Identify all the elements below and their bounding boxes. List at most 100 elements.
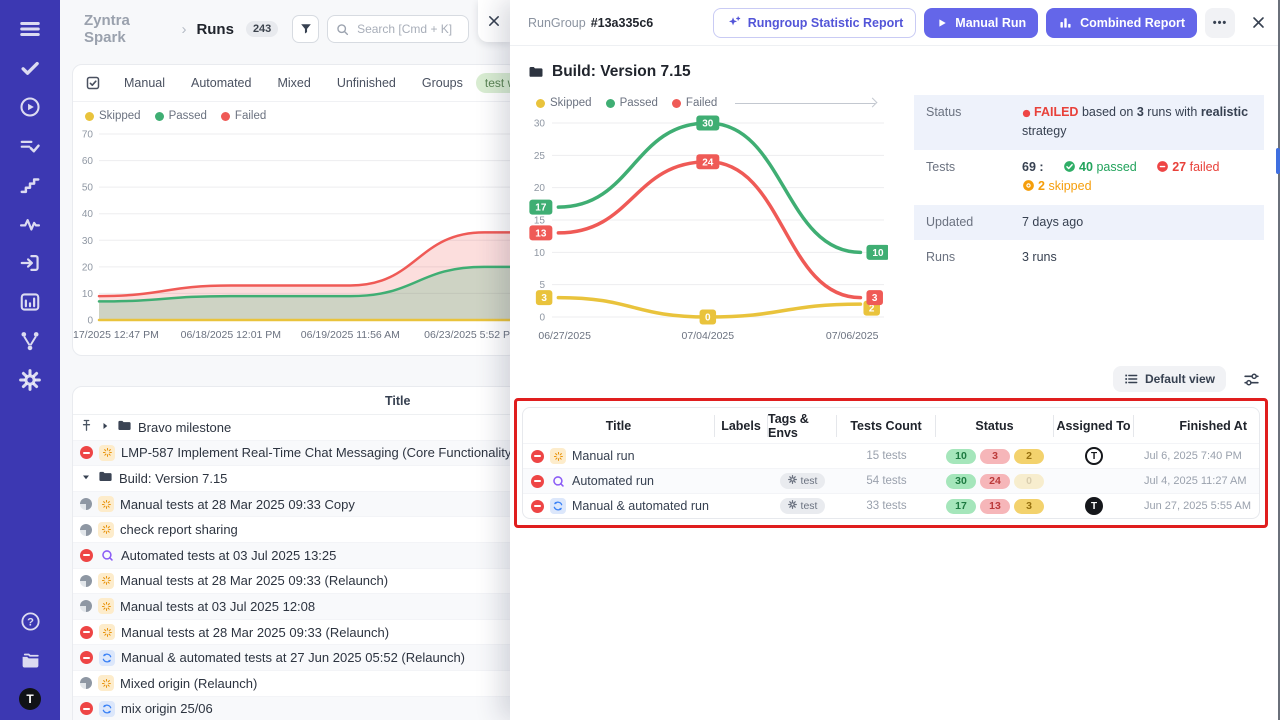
group-line-chart: 0510152025303021324317301006/27/202507/0… bbox=[524, 109, 896, 354]
user-avatar[interactable]: T bbox=[19, 688, 41, 710]
list-item-manual-tests-at-28-mar-2025-09-33-relaunch[interactable]: Manual tests at 28 Mar 2025 09:33 (Relau… bbox=[73, 569, 510, 595]
bar-chart-icon[interactable] bbox=[13, 285, 47, 319]
list-item-mixed-origin-relaunch[interactable]: Mixed origin (Relaunch) bbox=[73, 671, 510, 697]
button-label: Manual Run bbox=[955, 16, 1026, 30]
list-item-title: Manual tests at 28 Mar 2025 09:33 (Relau… bbox=[121, 625, 389, 640]
legend-passed: Passed bbox=[155, 110, 207, 122]
check-icon[interactable] bbox=[13, 51, 47, 85]
drawer-close-button[interactable] bbox=[1251, 15, 1266, 30]
svg-text:06/23/2025 5:52 P: 06/23/2025 5:52 P bbox=[424, 329, 510, 341]
list-check-icon[interactable] bbox=[13, 129, 47, 163]
chevron-down-icon[interactable] bbox=[80, 471, 92, 486]
detail-label: Runs bbox=[926, 248, 1022, 267]
search-box[interactable] bbox=[327, 15, 469, 43]
chevron-right-icon[interactable] bbox=[99, 420, 111, 435]
panel-close-button[interactable] bbox=[478, 0, 510, 42]
column-header-tags-envs[interactable]: Tags & Envs bbox=[768, 415, 837, 437]
column-header-assigned-to[interactable]: Assigned To bbox=[1054, 415, 1134, 437]
manual-run-icon bbox=[98, 496, 114, 512]
folders-icon[interactable] bbox=[13, 643, 47, 677]
steps-icon[interactable] bbox=[13, 168, 47, 202]
table-row-automated-run[interactable]: Automated runtest54 tests30240Jul 4, 202… bbox=[523, 468, 1259, 493]
pulse-icon[interactable] bbox=[13, 207, 47, 241]
search-input[interactable] bbox=[355, 21, 460, 37]
legend-label: Skipped bbox=[550, 97, 592, 109]
filter-chip-test-work[interactable]: test work bbox=[476, 73, 510, 93]
tab-unfinished[interactable]: Unfinished bbox=[324, 70, 409, 96]
folder-icon bbox=[98, 469, 113, 487]
list-item-check-report-sharing[interactable]: check report sharing bbox=[73, 517, 510, 543]
tab-groups[interactable]: Groups bbox=[409, 70, 476, 96]
tag-chip-test[interactable]: test bbox=[780, 473, 826, 489]
list-item-mix-origin-25-06[interactable]: mix origin 25/06 bbox=[73, 697, 510, 720]
in-progress-status-icon bbox=[80, 677, 92, 689]
svg-text:30: 30 bbox=[82, 236, 94, 247]
combined-report-button[interactable]: Combined Report bbox=[1046, 8, 1197, 38]
svg-text:2: 2 bbox=[869, 304, 875, 315]
list-item-lmp-587-implement-real-time-chat-messaging-core-functionality[interactable]: LMP-587 Implement Real-Time Chat Messagi… bbox=[73, 441, 510, 467]
column-header-labels[interactable]: Labels bbox=[715, 415, 768, 437]
table-settings-button[interactable] bbox=[1240, 368, 1262, 390]
list-item-build-version-7-15[interactable]: Build: Version 7.15 bbox=[73, 466, 510, 492]
breadcrumb-project[interactable]: Zyntra Spark bbox=[84, 12, 171, 46]
list-item-manual-tests-at-28-mar-2025-09-33-relaunch[interactable]: Manual tests at 28 Mar 2025 09:33 (Relau… bbox=[73, 620, 510, 646]
list-item-automated-tests-at-03-jul-2025-13-25[interactable]: Automated tests at 03 Jul 2025 13:25 bbox=[73, 543, 510, 569]
tab-mixed[interactable]: Mixed bbox=[264, 70, 323, 96]
svg-text:60: 60 bbox=[82, 156, 94, 167]
branch-icon[interactable] bbox=[13, 324, 47, 358]
assignee-avatar[interactable]: T bbox=[1085, 497, 1103, 515]
more-actions-button[interactable]: ••• bbox=[1205, 8, 1235, 38]
rungroup-statistic-report-button[interactable]: Rungroup Statistic Report bbox=[713, 8, 917, 38]
list-item-bravo-milestone[interactable]: Bravo milestone bbox=[73, 415, 510, 441]
gear-icon bbox=[788, 500, 797, 512]
default-view-button[interactable]: Default view bbox=[1113, 366, 1226, 392]
filter-button[interactable] bbox=[292, 15, 319, 43]
status-cell: 17133 bbox=[936, 499, 1054, 514]
window-scrollbar[interactable] bbox=[1276, 148, 1280, 174]
annotation-highlight: TitleLabelsTags & EnvsTests CountStatusA… bbox=[514, 398, 1268, 528]
table-row-manual-run[interactable]: Manual run15 tests1032TJul 6, 2025 7:40 … bbox=[523, 443, 1259, 468]
passed-icon bbox=[1063, 160, 1076, 173]
detail-row-runs: Runs 3 runs bbox=[914, 240, 1264, 275]
list-item-manual-tests-at-03-jul-2025-12-08[interactable]: Manual tests at 03 Jul 2025 12:08 bbox=[73, 594, 510, 620]
gear-icon[interactable] bbox=[13, 363, 47, 397]
legend-passed: Passed bbox=[606, 97, 658, 109]
run-title-cell: Manual & automated run bbox=[523, 498, 715, 514]
failed-status-icon bbox=[80, 626, 93, 639]
svg-text:06/27/2025: 06/27/2025 bbox=[538, 330, 591, 342]
list-item-manual-automated-tests-at-27-jun-2025-05-52-relaunch[interactable]: Manual & automated tests at 27 Jun 2025 … bbox=[73, 645, 510, 671]
select-runs-icon[interactable] bbox=[85, 75, 101, 91]
skipped-badge: 3 bbox=[1014, 499, 1044, 514]
list-item-title: Automated tests at 03 Jul 2025 13:25 bbox=[121, 548, 336, 563]
help-icon[interactable]: ? bbox=[13, 604, 47, 638]
assigned-to-cell: T bbox=[1054, 447, 1134, 465]
manual-run-button[interactable]: Manual Run bbox=[924, 8, 1038, 38]
svg-text:06/19/2025 11:56 AM: 06/19/2025 11:56 AM bbox=[301, 329, 400, 341]
column-header-finished-at[interactable]: Finished At bbox=[1134, 415, 1259, 437]
failed-status-icon bbox=[80, 446, 93, 459]
sign-in-icon[interactable] bbox=[13, 246, 47, 280]
detail-value: 3 runs bbox=[1022, 248, 1057, 267]
column-header-tests-count[interactable]: Tests Count bbox=[837, 415, 936, 437]
list-view-icon bbox=[1124, 372, 1138, 386]
passed-dot-icon bbox=[606, 99, 615, 108]
legend-label: Skipped bbox=[99, 110, 141, 122]
skipped-badge: 2 bbox=[1014, 449, 1044, 464]
tag-chip-test[interactable]: test bbox=[780, 498, 826, 514]
legend-skipped: Skipped bbox=[85, 110, 141, 122]
assignee-avatar[interactable]: T bbox=[1085, 447, 1103, 465]
tab-manual[interactable]: Manual bbox=[111, 70, 178, 96]
entity-label: RunGroup bbox=[528, 16, 586, 30]
table-row-manual-automated-run[interactable]: Manual & automated runtest33 tests17133T… bbox=[523, 493, 1259, 518]
list-item-manual-tests-at-28-mar-2025-09-33-copy[interactable]: Manual tests at 28 Mar 2025 09:33 Copy bbox=[73, 492, 510, 518]
sidebar-bottom: ?T bbox=[13, 604, 47, 720]
svg-text:3: 3 bbox=[541, 293, 547, 304]
drawer-main: SkippedPassedFailed 05101520253030213243… bbox=[510, 83, 1280, 354]
folder-icon bbox=[528, 64, 544, 80]
column-header-title[interactable]: Title bbox=[523, 415, 715, 437]
play-circle-icon[interactable] bbox=[13, 90, 47, 124]
column-header-status[interactable]: Status bbox=[936, 415, 1054, 437]
table-header: TitleLabelsTags & EnvsTests CountStatusA… bbox=[523, 408, 1259, 443]
menu-icon[interactable] bbox=[13, 12, 47, 46]
tab-automated[interactable]: Automated bbox=[178, 70, 264, 96]
